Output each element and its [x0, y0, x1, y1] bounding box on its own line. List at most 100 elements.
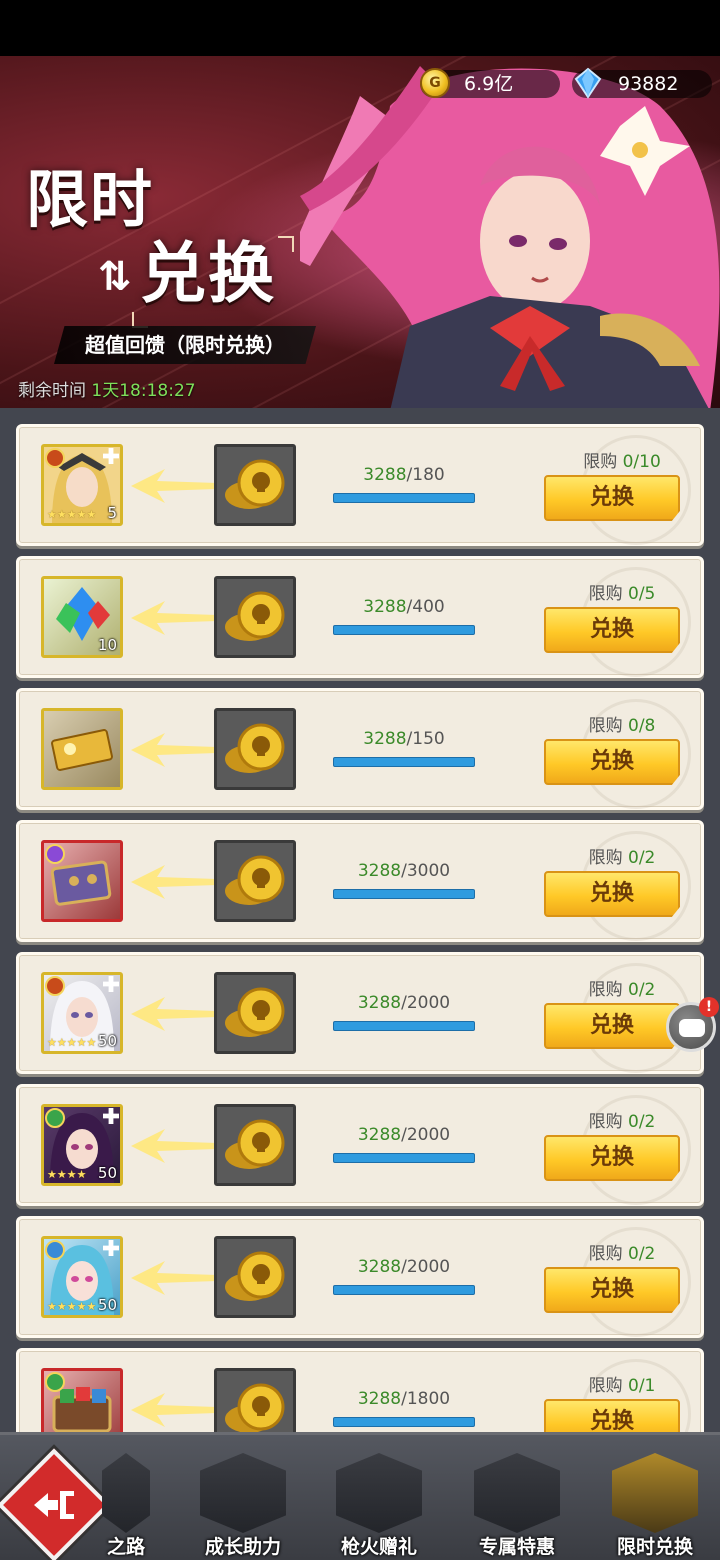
limit-value: 0/5: [628, 584, 656, 604]
limit-label: 限购: [588, 1244, 623, 1264]
star-rating: ★★★★★: [47, 508, 97, 521]
reward-item-slot[interactable]: [41, 1368, 123, 1432]
exchange-card: 3288/1800 限购 0/1 兑换: [16, 1348, 704, 1432]
notification-badge: !: [699, 997, 719, 1017]
faction-icon: [45, 448, 65, 468]
item-quantity: 50: [97, 1164, 117, 1182]
required-count: 180: [412, 465, 445, 485]
exchange-button[interactable]: 兑换: [544, 1135, 680, 1181]
skull-coin-icon: [225, 1383, 285, 1432]
exchange-card: 3288/150 限购 0/8 兑换: [16, 688, 704, 810]
progress-text: 3288/180: [363, 465, 445, 485]
purchase-limit: 限购 0/2: [559, 1107, 685, 1132]
exchange-card: ★★★★ 50 3288/2000 限购 0/2 兑换: [16, 1084, 704, 1206]
banner-title-line2: 兑换: [140, 235, 276, 312]
gem-counter: 93882: [572, 67, 712, 99]
exchange-button[interactable]: 兑换: [544, 475, 680, 521]
star-rating: ★★★★★: [47, 1300, 97, 1313]
exchange-arrow-icon: [131, 1261, 217, 1295]
gift-box-icon: [336, 1453, 422, 1533]
owned-count: 3288: [357, 1389, 402, 1409]
reward-item-slot[interactable]: ★★★★ 50: [41, 1104, 123, 1186]
tab-exclusive-deals[interactable]: 专属特惠: [464, 1447, 570, 1559]
faction-icon: [45, 844, 65, 864]
item-quantity: 10: [97, 636, 117, 654]
reward-item-slot[interactable]: ★★★★★ 5: [41, 444, 123, 526]
exchange-arrow-icon: [131, 1129, 217, 1163]
diamond-icon: [574, 67, 602, 99]
tab-path[interactable]: 之路: [96, 1447, 156, 1559]
reward-item-slot[interactable]: ★★★★★ 50: [41, 1236, 123, 1318]
exchange-button[interactable]: 兑换: [544, 607, 680, 653]
gold-amount: 6.9亿: [464, 73, 514, 95]
chat-bubble-icon: [679, 1019, 705, 1037]
exit-arrow-icon: [34, 1491, 74, 1519]
progress-bar: [333, 1417, 475, 1427]
reward-item-slot[interactable]: 10: [41, 576, 123, 658]
exchange-list[interactable]: ★★★★★ 5 3288/180 限购 0/10 兑换 10 3288/400 …: [0, 408, 720, 1432]
exchange-button[interactable]: 兑换: [544, 1399, 680, 1432]
owned-count: 3288: [357, 861, 402, 881]
event-banner: G 6.9亿 93882 限时 ⇅ 兑换 超值回馈（限时兑换） 剩余时间 1天1…: [0, 56, 720, 408]
purchase-limit: 限购 0/2: [559, 975, 685, 1000]
cost-currency-slot: [214, 1236, 296, 1318]
progress-text: 3288/2000: [357, 1125, 451, 1145]
limit-label: 限购: [588, 1112, 623, 1132]
exchange-arrow-icon: [131, 469, 217, 503]
chat-button[interactable]: !: [666, 997, 719, 1052]
tab-label: 成长助力: [204, 1536, 281, 1558]
ticket-icon: [51, 729, 113, 771]
limit-value: 0/10: [622, 452, 661, 472]
exchange-button[interactable]: 兑换: [544, 1267, 680, 1313]
tab-gunfire-gift[interactable]: 枪火赠礼: [326, 1447, 432, 1559]
discount-ticket-icon: [474, 1453, 560, 1533]
gem-amount: 93882: [618, 73, 679, 95]
bottom-nav: 之路 成长助力 枪火赠礼 专属特惠 限时兑换: [0, 1432, 720, 1560]
purchase-limit: 限购 0/2: [559, 1239, 685, 1264]
progress-bar: [333, 1021, 475, 1031]
exchange-button[interactable]: 兑换: [544, 871, 680, 917]
progress-text: 3288/1800: [357, 1389, 451, 1409]
exchange-button[interactable]: 兑换: [544, 1003, 680, 1049]
limit-value: 0/8: [628, 716, 656, 736]
progress-text: 3288/150: [363, 729, 445, 749]
faction-icon: [45, 976, 65, 996]
star-rating: ★★★★: [47, 1168, 87, 1181]
reward-item-slot[interactable]: [41, 708, 123, 790]
owned-count: 3288: [363, 729, 407, 749]
exchange-card: 3288/3000 限购 0/2 兑换: [16, 820, 704, 942]
path-icon: [102, 1453, 150, 1533]
gold-counter: G 6.9亿: [420, 68, 560, 98]
required-count: 3000: [406, 861, 451, 881]
limit-value: 0/2: [628, 980, 656, 1000]
reward-item-slot[interactable]: [41, 840, 123, 922]
tab-growth-boost[interactable]: 成长助力: [190, 1447, 296, 1559]
skull-coin-icon: [225, 591, 285, 641]
reward-item-slot[interactable]: ★★★★★ 50: [41, 972, 123, 1054]
exchange-arrow-icon: [131, 865, 217, 899]
item-quantity: 5: [107, 504, 117, 522]
required-count: 150: [412, 729, 445, 749]
progress-bar: [333, 1153, 475, 1163]
cost-currency-slot: [214, 444, 296, 526]
exchange-arrow-icon: [131, 1393, 217, 1427]
exchange-card: ★★★★★ 50 3288/2000 限购 0/2 兑换: [16, 952, 704, 1074]
owned-count: 3288: [363, 465, 407, 485]
owned-count: 3288: [363, 597, 407, 617]
cost-currency-slot: [214, 1104, 296, 1186]
owned-count: 3288: [357, 1125, 402, 1145]
tab-label: 之路: [106, 1536, 145, 1558]
tab-label: 专属特惠: [478, 1536, 555, 1558]
countdown-timer: 剩余时间 1天18:18:27: [18, 376, 196, 401]
progress-bar: [333, 757, 475, 767]
purchase-limit: 限购 0/8: [559, 711, 685, 736]
title-bracket-decor: [278, 236, 294, 252]
purchase-limit: 限购 0/2: [559, 843, 685, 868]
exchange-button[interactable]: 兑换: [544, 739, 680, 785]
skull-coin-icon: [225, 723, 285, 773]
cost-currency-slot: [214, 840, 296, 922]
tab-label: 限时兑换: [616, 1536, 693, 1558]
exchange-card: ★★★★★ 5 3288/180 限购 0/10 兑换: [16, 424, 704, 546]
tab-limited-exchange[interactable]: 限时兑换: [602, 1447, 708, 1559]
limit-value: 0/2: [628, 848, 656, 868]
